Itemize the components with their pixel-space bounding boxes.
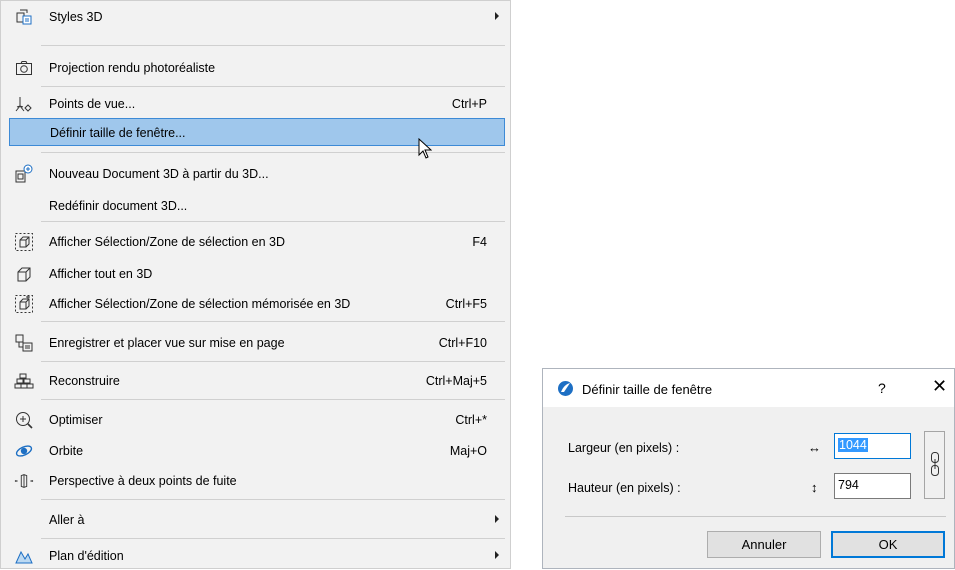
ok-button[interactable]: OK — [831, 531, 945, 558]
menu-item-show-stored-selection-3d[interactable]: Afficher Sélection/Zone de sélection mém… — [9, 290, 505, 318]
submenu-arrow-icon — [495, 12, 499, 20]
menu-item-optimize[interactable]: Optimiser Ctrl+* — [9, 406, 505, 434]
menu-item-viewpoints[interactable]: Points de vue... Ctrl+P — [9, 90, 505, 118]
menu-item-label: Styles 3D — [49, 10, 103, 24]
menu-separator — [41, 221, 505, 222]
menu-item-label: Enregistrer et placer vue sur mise en pa… — [49, 336, 285, 350]
menu-separator — [41, 321, 505, 322]
show-all-3d-icon — [14, 264, 34, 284]
viewpoints-icon — [14, 94, 34, 114]
camera-icon — [14, 58, 34, 78]
menu-item-label: Perspective à deux points de fuite — [49, 474, 237, 488]
menu-item-show-selection-3d[interactable]: Afficher Sélection/Zone de sélection en … — [9, 228, 505, 256]
menu-item-label: Afficher Sélection/Zone de sélection en … — [49, 235, 286, 249]
menu-item-label: Plan d'édition — [49, 549, 124, 563]
archicad-logo-icon — [557, 380, 574, 400]
editing-plane-icon — [14, 546, 34, 566]
menu-item-label: Définir taille de fenêtre... — [50, 126, 186, 140]
menu-item-label: Optimiser — [49, 413, 103, 427]
height-input-value: 794 — [838, 478, 859, 492]
menu-item-label: Afficher Sélection/Zone de sélection mém… — [49, 297, 351, 311]
vertical-arrow-icon: ↕ — [811, 480, 818, 495]
cancel-button[interactable]: Annuler — [707, 531, 821, 558]
menu-item-save-place-view[interactable]: Enregistrer et placer vue sur mise en pa… — [9, 329, 505, 357]
menu-item-shortcut: F4 — [472, 235, 487, 249]
dialog-titlebar[interactable]: Définir taille de fenêtre ? ✕ — [543, 369, 954, 407]
submenu-arrow-icon — [495, 515, 499, 523]
menu-item-shortcut: Ctrl+Maj+5 — [425, 374, 487, 388]
two-point-perspective-icon — [14, 471, 34, 491]
menu-item-label: Projection rendu photoréaliste — [49, 61, 216, 75]
menu-item-label: Orbite — [49, 444, 84, 458]
submenu-arrow-icon — [495, 551, 499, 559]
height-input[interactable]: 794 — [834, 473, 911, 499]
menu-item-label: Points de vue... — [49, 97, 136, 111]
menu-item-photorealistic-render[interactable]: Projection rendu photoréaliste — [9, 54, 505, 82]
define-window-size-dialog: Définir taille de fenêtre ? ✕ Largeur (e… — [542, 368, 955, 569]
menu-separator — [41, 499, 505, 500]
menu-item-rebuild[interactable]: Reconstruire Ctrl+Maj+5 — [9, 367, 505, 395]
menu-separator — [41, 152, 505, 153]
menu-item-label: Aller à — [49, 513, 85, 527]
link-proportions-button[interactable] — [924, 431, 945, 499]
menu-item-editing-plane[interactable]: Plan d'édition — [9, 542, 505, 570]
dialog-title: Définir taille de fenêtre — [582, 382, 713, 397]
styles-3d-icon — [14, 7, 34, 27]
dialog-separator — [565, 516, 946, 517]
help-button[interactable]: ? — [878, 380, 886, 396]
close-button[interactable]: ✕ — [932, 377, 947, 395]
horizontal-arrow-icon: ↔ — [808, 440, 821, 455]
show-selection-3d-icon — [14, 232, 34, 252]
menu-item-label: Redéfinir document 3D... — [49, 199, 188, 213]
menu-separator — [41, 361, 505, 362]
menu-item-shortcut: Ctrl+F10 — [438, 336, 487, 350]
context-menu: Styles 3D Projection rendu photoréaliste… — [0, 0, 511, 569]
new-3d-document-icon — [14, 164, 34, 184]
width-input-value: 1044 — [838, 438, 868, 452]
menu-item-label: Afficher tout en 3D — [49, 267, 153, 281]
width-label: Largeur (en pixels) : — [568, 441, 680, 455]
menu-item-new-3d-document[interactable]: Nouveau Document 3D à partir du 3D... — [9, 160, 505, 188]
optimize-icon — [14, 410, 34, 430]
mouse-pointer-icon — [418, 137, 433, 163]
chain-link-icon — [930, 451, 940, 480]
width-input[interactable]: 1044 — [834, 433, 911, 459]
menu-item-shortcut: Ctrl+* — [455, 413, 487, 427]
menu-item-label: Reconstruire — [49, 374, 120, 388]
show-stored-selection-3d-icon — [14, 294, 34, 314]
menu-item-go-to[interactable]: Aller à — [9, 506, 505, 534]
menu-separator — [41, 399, 505, 400]
menu-separator — [41, 45, 505, 46]
save-place-view-icon — [14, 333, 34, 353]
menu-item-styles-3d[interactable]: Styles 3D — [9, 3, 505, 31]
menu-item-shortcut: Ctrl+P — [451, 97, 487, 111]
height-label: Hauteur (en pixels) : — [568, 481, 681, 495]
orbit-icon — [14, 441, 34, 461]
menu-separator — [41, 86, 505, 87]
menu-item-two-point-perspective[interactable]: Perspective à deux points de fuite — [9, 467, 505, 495]
menu-item-orbit[interactable]: Orbite Maj+O — [9, 437, 505, 465]
rebuild-icon — [14, 371, 34, 391]
menu-item-show-all-3d[interactable]: Afficher tout en 3D — [9, 260, 505, 288]
menu-item-label: Nouveau Document 3D à partir du 3D... — [49, 167, 269, 181]
menu-item-shortcut: Maj+O — [449, 444, 487, 458]
menu-item-redefine-3d-document[interactable]: Redéfinir document 3D... — [9, 192, 505, 220]
menu-item-shortcut: Ctrl+F5 — [445, 297, 487, 311]
menu-separator — [41, 538, 505, 539]
